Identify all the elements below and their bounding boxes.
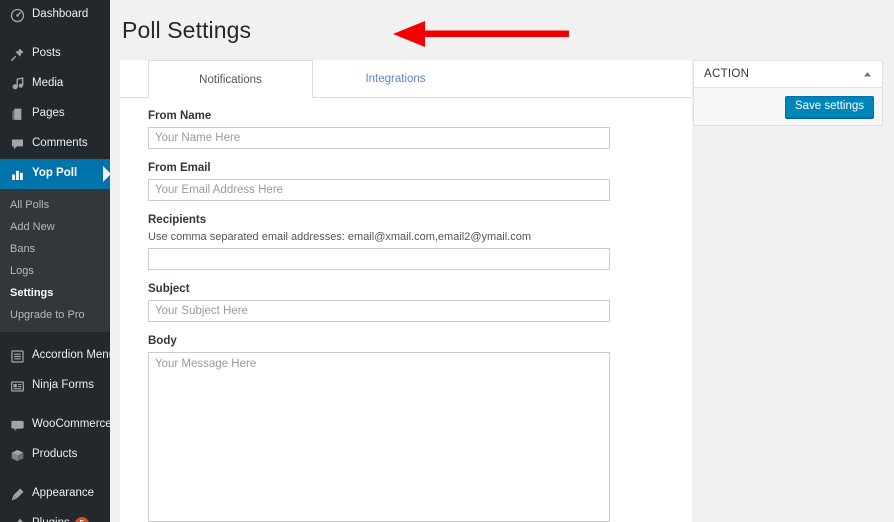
sidebar-item-appearance[interactable]: Appearance — [0, 479, 110, 509]
menu-separator — [0, 470, 110, 479]
caret-up-icon[interactable] — [860, 67, 874, 81]
sidebar-item-media[interactable]: Media — [0, 69, 110, 99]
from-email-label: From Email — [148, 162, 211, 174]
recipients-input[interactable] — [148, 248, 610, 270]
sidebar-item-posts[interactable]: Posts — [0, 39, 110, 69]
pin-icon — [8, 45, 26, 63]
from-name-label: From Name — [148, 110, 212, 122]
sidebar-menu-top: Dashboard Posts Media Pages Comments Yop Poll — [0, 0, 110, 189]
media-icon — [8, 75, 26, 93]
recipients-label: Recipients — [148, 214, 207, 226]
arrow-pointing-to-page-title — [393, 21, 569, 47]
sidebar-item-label: Ninja Forms — [32, 379, 94, 392]
sidebar-item-pages[interactable]: Pages — [0, 99, 110, 129]
sidebar-item-products[interactable]: Products — [0, 440, 110, 470]
sidebar-item-comments[interactable]: Comments — [0, 129, 110, 159]
sidebar-item-label: Accordion Menus — [32, 349, 110, 362]
subject-label: Subject — [148, 283, 190, 295]
notifications-form: From Name From Email Recipients Use comm… — [120, 98, 692, 522]
body-label: Body — [148, 335, 177, 347]
submenu-item-logs[interactable]: Logs — [0, 260, 110, 282]
sidebar-item-woocommerce[interactable]: WooCommerce — [0, 410, 110, 440]
admin-sidebar: Dashboard Posts Media Pages Comments Yop Poll… — [0, 0, 110, 522]
sidebar-item-accordion-menus[interactable]: Accordion Menus — [0, 341, 110, 371]
menu-separator — [0, 30, 110, 39]
yop-poll-submenu: All Polls Add New Bans Logs Settings Upgrade … — [0, 189, 110, 332]
sidebar-item-label: Pages — [32, 107, 65, 120]
sidebar-item-label: Dashboard — [32, 8, 89, 21]
subject-input[interactable] — [148, 300, 610, 322]
tab-notifications[interactable]: Notifications — [148, 60, 313, 99]
dashboard-icon — [8, 6, 26, 24]
submenu-item-bans[interactable]: Bans — [0, 238, 110, 260]
body-textarea[interactable] — [148, 352, 610, 522]
sidebar-menu-bottom: Accordion Menus Ninja Forms WooCommerce Pro… — [0, 332, 110, 522]
recipients-help-text: Use comma separated email addresses: ema… — [148, 231, 532, 243]
brush-icon — [8, 485, 26, 503]
tab-integrations[interactable]: Integrations — [313, 60, 478, 98]
submenu-item-add-new[interactable]: Add New — [0, 216, 110, 238]
sidebar-item-label: Comments — [32, 137, 88, 150]
update-count-badge: 5 — [74, 517, 89, 522]
menu-separator — [0, 332, 110, 341]
save-settings-button[interactable]: Save settings — [784, 95, 874, 118]
sidebar-item-label: Products — [32, 448, 78, 461]
sidebar-item-label: Appearance — [32, 487, 95, 500]
from-name-input[interactable] — [148, 127, 610, 149]
chart-bar-icon — [8, 165, 26, 183]
settings-tabs: Notifications Integrations — [120, 60, 692, 99]
action-panel-title: ACTION — [704, 68, 750, 80]
woo-icon — [8, 416, 26, 434]
action-panel: ACTION Save settings — [693, 60, 883, 126]
submenu-item-upgrade-to-pro[interactable]: Upgrade to Pro — [0, 304, 110, 326]
from-email-input[interactable] — [148, 179, 610, 201]
action-panel-header[interactable]: ACTION — [694, 61, 882, 88]
settings-card: NotificationsIntegrations From Name From… — [120, 60, 692, 522]
main-content: Poll Settings Notifications Integrations … — [110, 0, 894, 522]
submenu-item-all-polls[interactable]: All Polls — [0, 194, 110, 216]
sidebar-item-label: Posts — [32, 47, 61, 60]
products-icon — [8, 446, 26, 464]
sidebar-item-plugins[interactable]: Plugins 5 — [0, 509, 110, 522]
page-title: Poll Settings — [122, 17, 252, 43]
menu-separator — [0, 401, 110, 410]
sidebar-item-label: WooCommerce — [32, 418, 110, 431]
submenu-item-settings[interactable]: Settings — [0, 282, 110, 304]
list-icon — [8, 347, 26, 365]
action-panel-body: Save settings — [694, 88, 882, 125]
wordpress-admin-screen: Dashboard Posts Media Pages Comments Yop Poll… — [0, 0, 894, 522]
sidebar-item-dashboard[interactable]: Dashboard — [0, 0, 110, 30]
sidebar-item-label: Yop Poll — [32, 167, 78, 180]
form-icon — [8, 377, 26, 395]
comments-icon — [8, 135, 26, 153]
plug-icon — [8, 515, 26, 522]
sidebar-item-ninja-forms[interactable]: Ninja Forms — [0, 371, 110, 401]
sidebar-item-yop-poll[interactable]: Yop Poll — [0, 159, 110, 189]
sidebar-item-label: Plugins — [32, 518, 70, 522]
pages-icon — [8, 105, 26, 123]
sidebar-item-label: Media — [32, 77, 64, 90]
